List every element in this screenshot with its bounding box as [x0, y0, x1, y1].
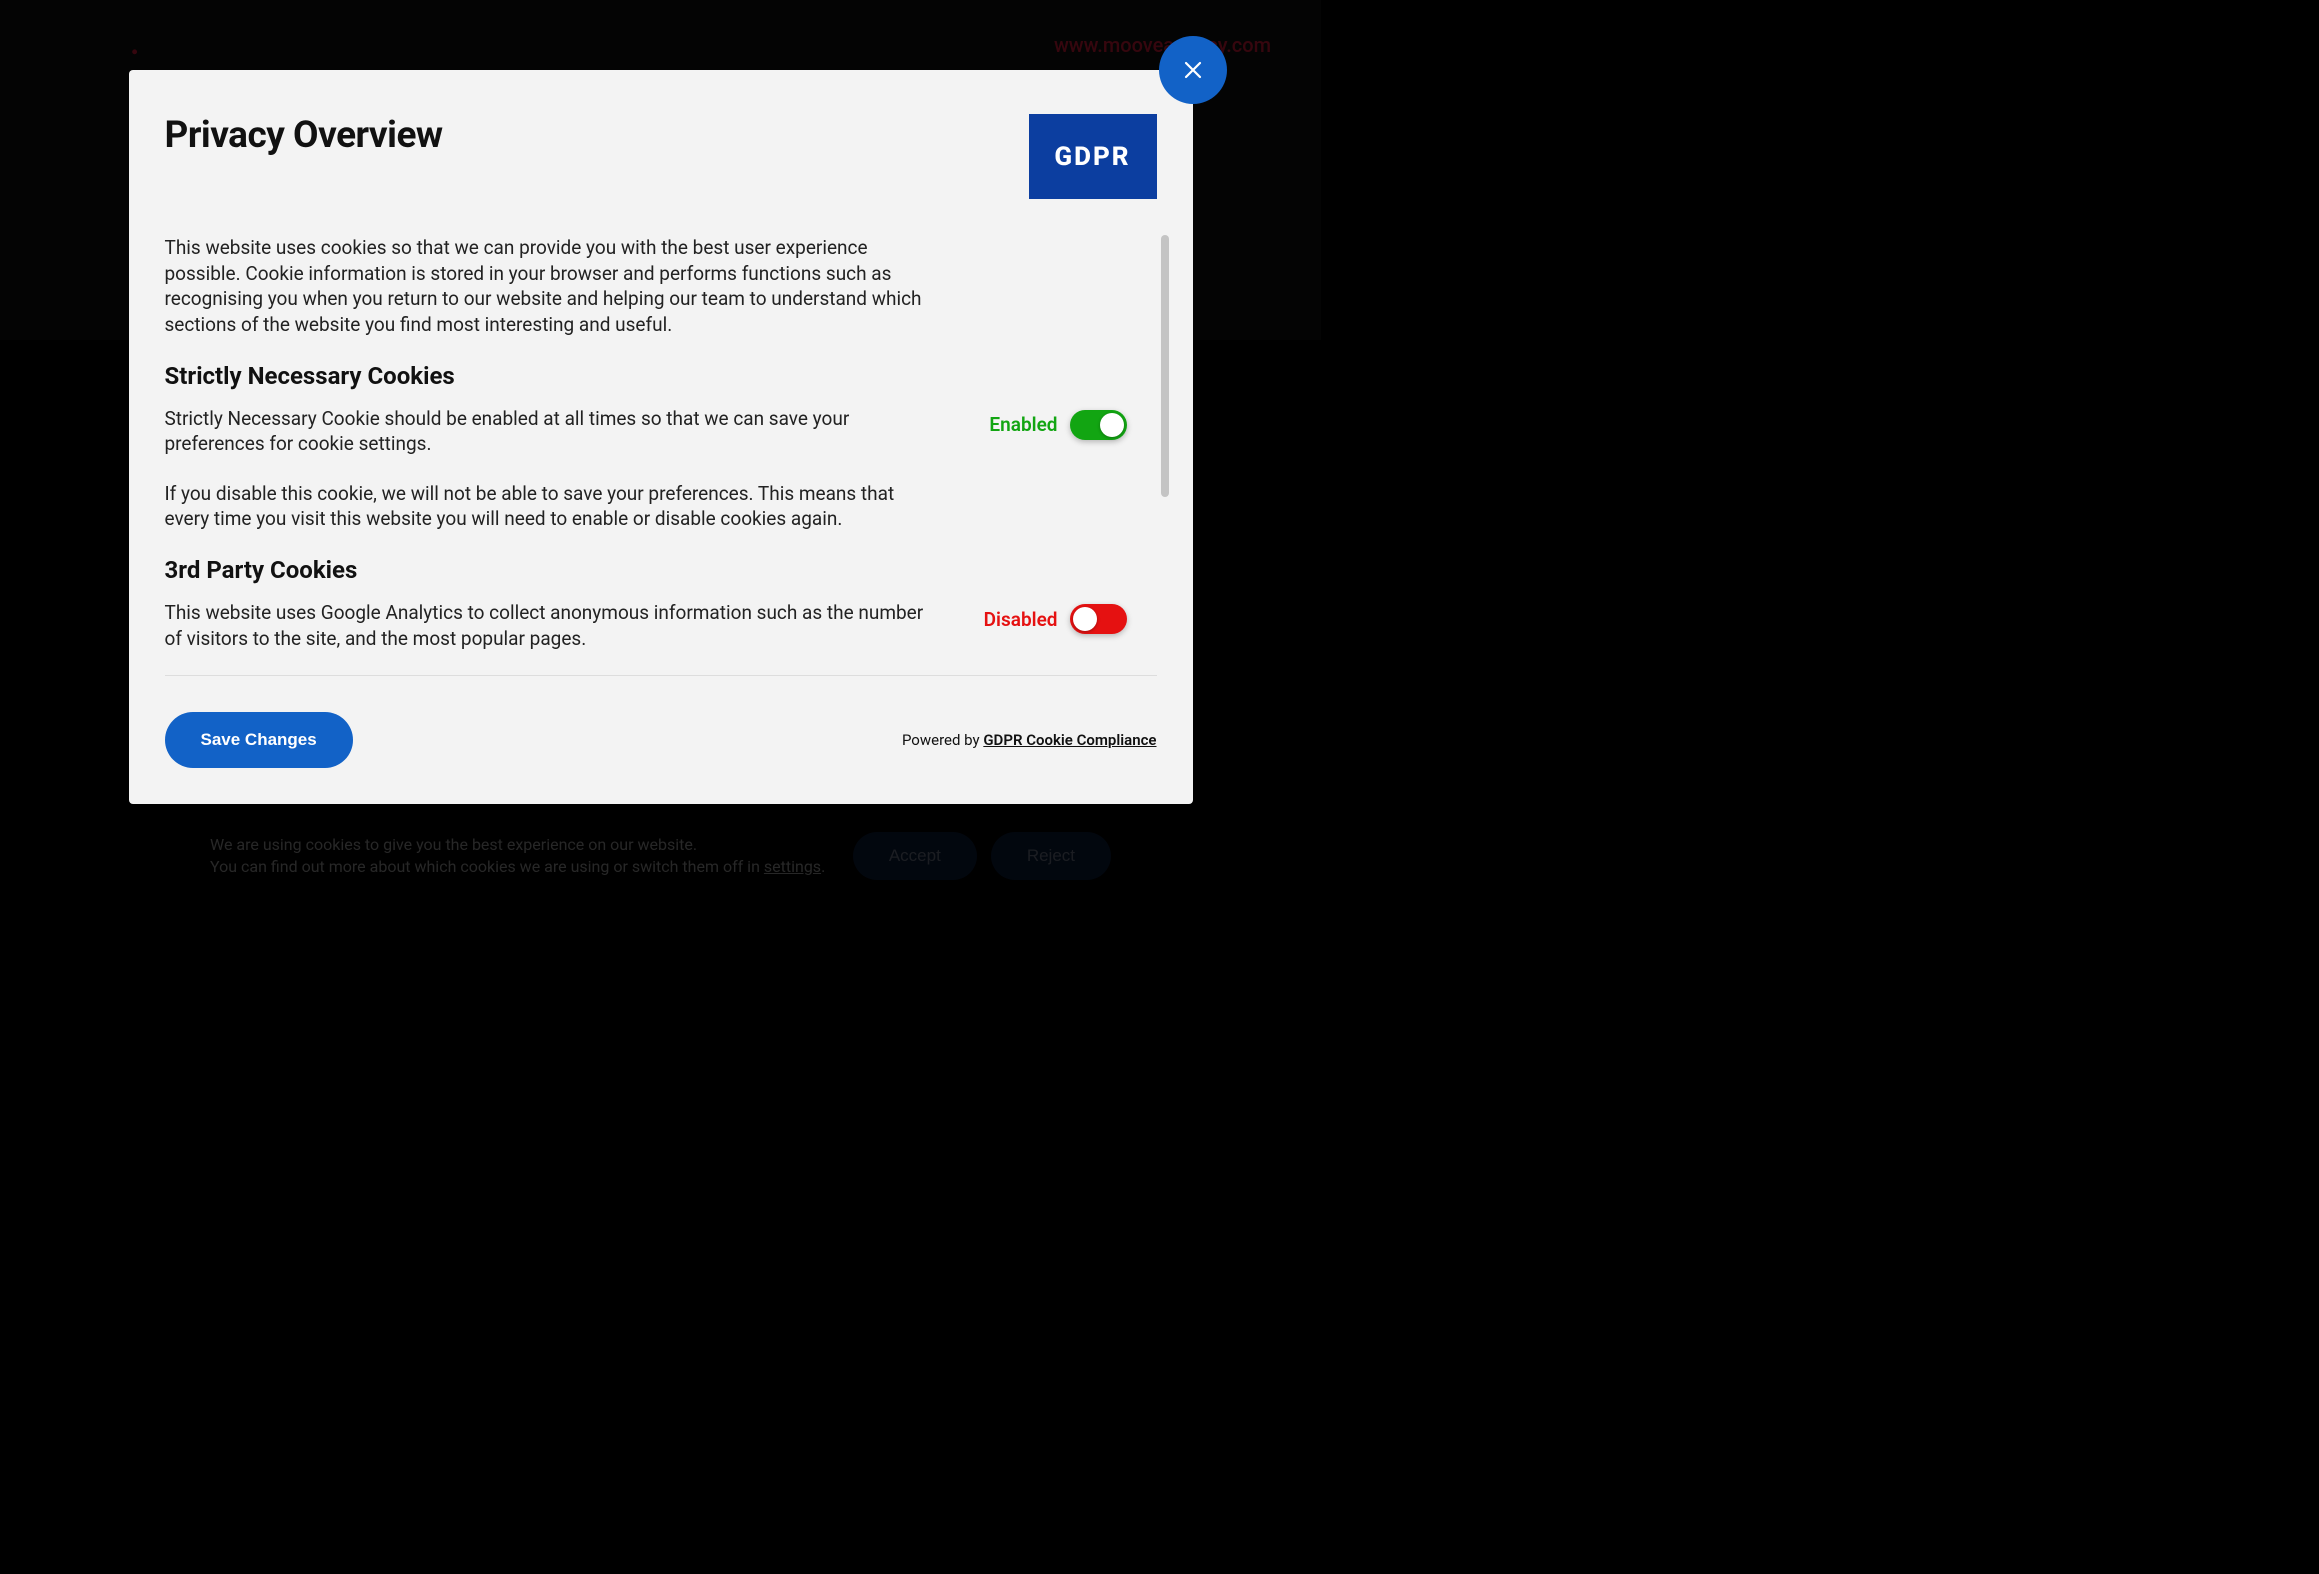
- section-p1: This website uses Google Analytics to co…: [165, 600, 935, 651]
- section-p1: Strictly Necessary Cookie should be enab…: [165, 406, 935, 457]
- toggle-label: Disabled: [984, 608, 1058, 631]
- section-strictly-necessary: Strictly Necessary Cookies Strictly Nece…: [165, 362, 1127, 533]
- modal-title: Privacy Overview: [165, 114, 443, 157]
- modal-header: Privacy Overview GDPR: [165, 114, 1157, 199]
- close-icon: [1181, 58, 1205, 82]
- scrollbar-track[interactable]: [1161, 235, 1169, 673]
- modal-body: This website uses cookies so that we can…: [165, 235, 1157, 651]
- toggle-3rdparty[interactable]: [1070, 604, 1127, 634]
- toggle-necessary[interactable]: [1070, 410, 1127, 440]
- toggle-label: Enabled: [989, 413, 1057, 436]
- toggle-block-3rdparty: Disabled: [984, 604, 1127, 634]
- close-button[interactable]: [1159, 36, 1227, 104]
- powered-by: Powered by GDPR Cookie Compliance: [902, 731, 1157, 749]
- powered-link[interactable]: GDPR Cookie Compliance: [983, 731, 1156, 749]
- gdpr-badge: GDPR: [1029, 114, 1157, 199]
- section-heading: Strictly Necessary Cookies: [165, 362, 1127, 390]
- toggle-knob: [1100, 413, 1124, 437]
- toggle-block-necessary: Enabled: [989, 410, 1126, 440]
- section-3rd-party: 3rd Party Cookies This website uses Goog…: [165, 556, 1127, 651]
- section-p2: If you disable this cookie, we will not …: [165, 481, 935, 532]
- intro-text: This website uses cookies so that we can…: [165, 235, 935, 338]
- privacy-modal: Privacy Overview GDPR This website uses …: [129, 70, 1193, 804]
- divider: [165, 675, 1157, 676]
- toggle-knob: [1073, 607, 1097, 631]
- save-button[interactable]: Save Changes: [165, 712, 353, 768]
- scrollbar-thumb[interactable]: [1161, 235, 1169, 497]
- modal-footer: Save Changes Powered by GDPR Cookie Comp…: [165, 712, 1157, 768]
- powered-prefix: Powered by: [902, 731, 983, 749]
- section-heading: 3rd Party Cookies: [165, 556, 1127, 584]
